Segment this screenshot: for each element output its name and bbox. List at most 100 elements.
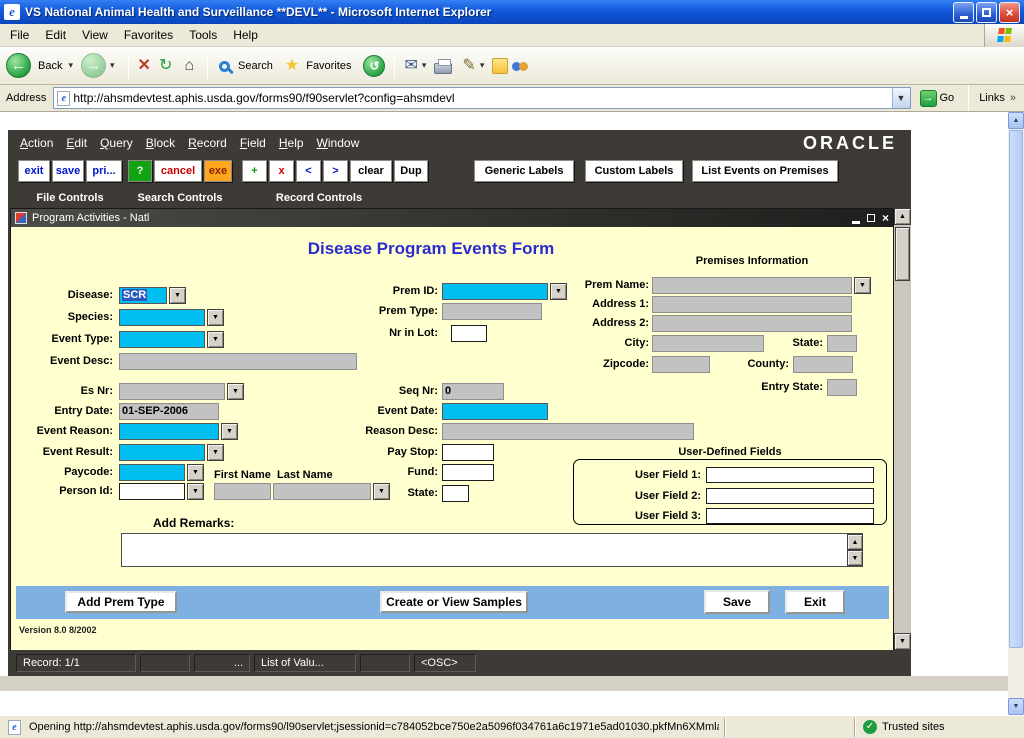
oracle-scroll-down-icon[interactable]: ▼ bbox=[894, 633, 911, 650]
user-field3-input[interactable] bbox=[706, 508, 874, 524]
event-result-dropdown-button[interactable] bbox=[207, 444, 224, 461]
nr-in-lot-field[interactable] bbox=[451, 325, 487, 342]
person-id-field[interactable] bbox=[119, 483, 185, 500]
menu-file[interactable]: File bbox=[2, 25, 37, 45]
oracle-scroll-up-icon[interactable]: ▲ bbox=[894, 208, 911, 225]
user-field1-input[interactable] bbox=[706, 467, 874, 483]
search-label[interactable]: Search bbox=[238, 60, 273, 72]
mail-icon[interactable]: ✉ bbox=[404, 58, 417, 74]
refresh-icon[interactable]: ↻ bbox=[159, 58, 172, 74]
event-type-dropdown-button[interactable] bbox=[207, 331, 224, 348]
menu-favorites[interactable]: Favorites bbox=[116, 25, 181, 45]
disease-field[interactable]: SCR bbox=[119, 287, 167, 304]
oracle-menu-action[interactable]: Action bbox=[20, 136, 53, 150]
event-reason-field[interactable] bbox=[119, 423, 219, 440]
insert-record-button[interactable]: + bbox=[242, 160, 267, 182]
minimize-button[interactable] bbox=[953, 2, 974, 23]
disease-dropdown-button[interactable] bbox=[169, 287, 186, 304]
custom-labels-button[interactable]: Custom Labels bbox=[585, 160, 683, 182]
fund-field[interactable] bbox=[442, 464, 494, 481]
paycode-dropdown-button[interactable] bbox=[187, 464, 204, 481]
save-form-button[interactable]: Save bbox=[704, 590, 770, 614]
oracle-menu-block[interactable]: Block bbox=[146, 136, 175, 150]
browser-scrollbar[interactable]: ▲ ▼ bbox=[1008, 112, 1024, 715]
create-or-view-samples-button[interactable]: Create or View Samples bbox=[380, 591, 528, 613]
stop-icon[interactable]: ✕ bbox=[138, 58, 151, 74]
back-icon[interactable]: ← bbox=[6, 53, 31, 78]
links-label[interactable]: Links bbox=[979, 92, 1005, 104]
event-reason-dropdown-button[interactable] bbox=[221, 423, 238, 440]
edit-dropdown-icon[interactable]: ▾ bbox=[480, 60, 485, 71]
previous-record-button[interactable]: < bbox=[296, 160, 321, 182]
oracle-scrollbar[interactable]: ▲ ▼ bbox=[894, 208, 911, 650]
remarks-scroll-down-button[interactable]: ▼ bbox=[847, 550, 863, 566]
discuss-icon[interactable] bbox=[512, 58, 530, 74]
messenger-icon[interactable] bbox=[492, 58, 508, 74]
menu-help[interactable]: Help bbox=[225, 25, 266, 45]
menu-edit[interactable]: Edit bbox=[37, 25, 74, 45]
remarks-scroll-up-button[interactable]: ▲ bbox=[847, 534, 863, 550]
exit-button[interactable]: exit bbox=[18, 160, 50, 182]
paycode-field[interactable] bbox=[119, 464, 185, 481]
event-date-field[interactable] bbox=[442, 403, 548, 420]
generic-labels-button[interactable]: Generic Labels bbox=[474, 160, 574, 182]
history-icon[interactable]: ↺ bbox=[363, 55, 385, 77]
browser-scrollbar-thumb[interactable] bbox=[1009, 130, 1023, 648]
address-dropdown-button[interactable]: ▼ bbox=[892, 88, 910, 108]
help-button[interactable]: ? bbox=[128, 160, 152, 182]
browser-scroll-down-icon[interactable]: ▼ bbox=[1008, 698, 1024, 715]
go-button[interactable]: → Go bbox=[916, 90, 959, 107]
event-type-field[interactable] bbox=[119, 331, 205, 348]
prem-name-dropdown-button[interactable] bbox=[854, 277, 871, 294]
browser-scroll-up-icon[interactable]: ▲ bbox=[1008, 112, 1024, 129]
duplicate-button[interactable]: Dup bbox=[394, 160, 428, 182]
list-events-button[interactable]: List Events on Premises bbox=[692, 160, 838, 182]
print-icon[interactable] bbox=[434, 63, 452, 74]
home-icon[interactable]: ⌂ bbox=[184, 58, 194, 74]
form-minimize-button[interactable] bbox=[852, 213, 860, 224]
favorites-label[interactable]: Favorites bbox=[306, 60, 351, 72]
forward-dropdown-icon[interactable]: ▾ bbox=[110, 60, 115, 71]
prem-id-field[interactable] bbox=[442, 283, 548, 300]
state-field[interactable] bbox=[442, 485, 469, 502]
back-label[interactable]: Back bbox=[38, 60, 62, 72]
pay-stop-field[interactable] bbox=[442, 444, 494, 461]
oracle-menu-field[interactable]: Field bbox=[240, 136, 266, 150]
oracle-menu-query[interactable]: Query bbox=[100, 136, 133, 150]
oracle-scrollbar-thumb[interactable] bbox=[895, 227, 910, 281]
es-nr-dropdown-button[interactable] bbox=[227, 383, 244, 400]
address-input[interactable] bbox=[73, 89, 891, 107]
add-remarks-textarea[interactable] bbox=[121, 533, 863, 567]
close-button[interactable]: × bbox=[999, 2, 1020, 23]
maximize-button[interactable] bbox=[976, 2, 997, 23]
print-button[interactable]: pri... bbox=[86, 160, 122, 182]
prem-id-dropdown-button[interactable] bbox=[550, 283, 567, 300]
back-dropdown-icon[interactable]: ▾ bbox=[68, 60, 73, 71]
user-field2-input[interactable] bbox=[706, 488, 874, 504]
delete-record-button[interactable]: x bbox=[269, 160, 294, 182]
person-id-dropdown-button[interactable] bbox=[187, 483, 204, 500]
program-activities-titlebar[interactable]: Program Activities - Natl × bbox=[11, 209, 893, 227]
add-prem-type-button[interactable]: Add Prem Type bbox=[65, 591, 177, 613]
exit-form-button[interactable]: Exit bbox=[785, 590, 845, 614]
clear-button[interactable]: clear bbox=[350, 160, 392, 182]
form-maximize-button[interactable] bbox=[867, 214, 875, 222]
search-icon[interactable] bbox=[219, 61, 230, 72]
event-result-field[interactable] bbox=[119, 444, 205, 461]
species-field[interactable] bbox=[119, 309, 205, 326]
links-chevron-icon[interactable]: » bbox=[1010, 92, 1016, 104]
oracle-menu-help[interactable]: Help bbox=[279, 136, 304, 150]
species-dropdown-button[interactable] bbox=[207, 309, 224, 326]
cancel-button[interactable]: cancel bbox=[154, 160, 202, 182]
form-close-button[interactable]: × bbox=[882, 212, 889, 224]
oracle-menu-edit[interactable]: Edit bbox=[66, 136, 87, 150]
mail-dropdown-icon[interactable]: ▾ bbox=[422, 60, 427, 71]
next-record-button[interactable]: > bbox=[323, 160, 348, 182]
favorites-star-icon[interactable]: ★ bbox=[285, 58, 299, 74]
save-button[interactable]: save bbox=[52, 160, 84, 182]
oracle-menu-window[interactable]: Window bbox=[317, 136, 360, 150]
menu-view[interactable]: View bbox=[74, 25, 116, 45]
menu-tools[interactable]: Tools bbox=[181, 25, 225, 45]
execute-button[interactable]: exe bbox=[204, 160, 232, 182]
forward-icon[interactable]: → bbox=[81, 53, 106, 78]
